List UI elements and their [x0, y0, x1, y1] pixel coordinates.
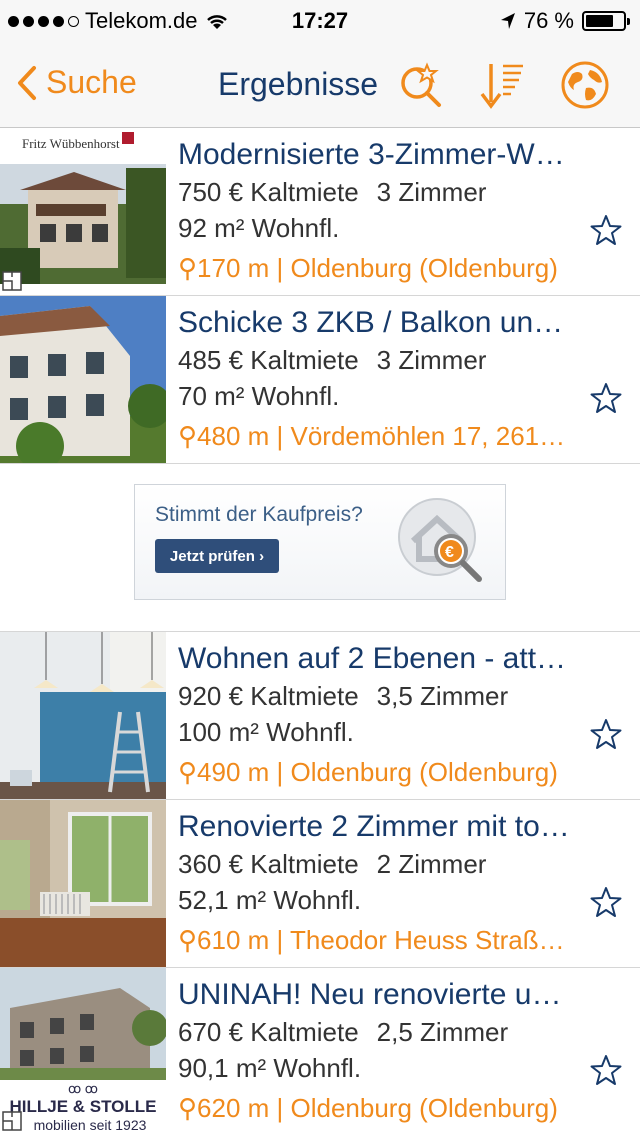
- listing-rent: 670 € Kaltmiete: [178, 1017, 359, 1047]
- listing-photo: [0, 800, 166, 967]
- listing-rooms: 3 Zimmer: [376, 345, 487, 375]
- listing-rooms: 3,5 Zimmer: [376, 681, 509, 711]
- svg-text:€: €: [445, 544, 454, 561]
- location-pin-icon: ⚲: [178, 925, 198, 955]
- agency-logo: ꝏ ꝏ HILLJE & STOLLE mobilien seit 1923: [0, 1080, 166, 1134]
- favorite-star-icon[interactable]: [590, 382, 622, 414]
- back-label: Suche: [46, 64, 137, 100]
- page-title: Ergebnisse: [218, 66, 379, 102]
- battery-percent: 76 %: [523, 8, 574, 33]
- listing-title: Renovierte 2 Zimmer mit to…: [178, 810, 570, 843]
- listing-photo: [0, 632, 166, 799]
- floorplan-icon: [2, 271, 22, 291]
- listing-location: 170 m | Oldenburg (Oldenburg): [197, 253, 558, 283]
- listing-rent: 920 € Kaltmiete: [178, 681, 359, 711]
- price-check-icon: €: [398, 498, 482, 582]
- list-item[interactable]: Schicke 3 ZKB / Balkon un… 485 € Kaltmie…: [0, 296, 640, 464]
- listing-rent: 360 € Kaltmiete: [178, 849, 359, 879]
- location-pin-icon: ⚲: [178, 757, 198, 787]
- listing-location: 610 m | Theodor Heuss Straß…: [197, 925, 565, 955]
- agency-logo-name: HILLJE & STOLLE: [9, 1097, 157, 1116]
- listing-photo: Fritz Wübbenhorst: [0, 128, 166, 295]
- ad-headline: Stimmt der Kaufpreis?: [155, 503, 363, 526]
- list-item[interactable]: Fritz Wübbenhorst Modernisierte 3-Zimmer…: [0, 128, 640, 296]
- listing-title: Wohnen auf 2 Ebenen - att…: [178, 642, 567, 675]
- location-pin-icon: ⚲: [178, 253, 198, 283]
- location-arrow-icon: [500, 13, 515, 29]
- map-globe-icon[interactable]: [560, 60, 610, 110]
- listing-area: 92 m² Wohnfl.: [178, 213, 340, 243]
- ad-box[interactable]: Stimmt der Kaufpreis? Jetzt prüfen › €: [134, 484, 506, 600]
- list-item[interactable]: ꝏ ꝏ HILLJE & STOLLE mobilien seit 1923 U…: [0, 968, 640, 1136]
- agency-logo-glyph: ꝏ ꝏ: [67, 1081, 99, 1096]
- chevron-left-icon: [18, 65, 36, 100]
- ad-banner: Stimmt der Kaufpreis? Jetzt prüfen › €: [0, 464, 640, 632]
- location-pin-icon: ⚲: [178, 1093, 198, 1123]
- favorite-star-icon[interactable]: [590, 214, 622, 246]
- listing-rooms: 3 Zimmer: [376, 177, 487, 207]
- agency-logo: Fritz Wübbenhorst: [22, 136, 120, 151]
- listing-area: 100 m² Wohnfl.: [178, 717, 354, 747]
- favorite-star-icon[interactable]: [590, 718, 622, 750]
- favorite-star-icon[interactable]: [590, 1054, 622, 1086]
- listing-photo: ꝏ ꝏ HILLJE & STOLLE mobilien seit 1923: [0, 968, 166, 1135]
- listing-rent: 750 € Kaltmiete: [178, 177, 359, 207]
- navigation-bar: Suche Ergebnisse: [0, 40, 640, 128]
- agency-logo-sub: mobilien seit 1923: [33, 1117, 147, 1133]
- listing-area: 52,1 m² Wohnfl.: [178, 885, 362, 915]
- location-pin-icon: ⚲: [178, 421, 198, 451]
- sort-icon[interactable]: [478, 60, 528, 110]
- listing-title: UNINAH! Neu renovierte u…: [178, 978, 562, 1011]
- listing-rooms: 2,5 Zimmer: [376, 1017, 509, 1047]
- listing-location: 620 m | Oldenburg (Oldenburg): [197, 1093, 558, 1123]
- battery-icon: [582, 11, 630, 31]
- listing-rooms: 2 Zimmer: [376, 849, 487, 879]
- listing-area: 70 m² Wohnfl.: [178, 381, 340, 411]
- list-item[interactable]: Renovierte 2 Zimmer mit to… 360 € Kaltmi…: [0, 800, 640, 968]
- floorplan-icon: [2, 1111, 22, 1131]
- results-list: Fritz Wübbenhorst Modernisierte 3-Zimmer…: [0, 128, 640, 1136]
- favorite-star-icon[interactable]: [590, 886, 622, 918]
- listing-location: 490 m | Oldenburg (Oldenburg): [197, 757, 558, 787]
- listing-title: Modernisierte 3-Zimmer-W…: [178, 138, 565, 171]
- saved-search-icon[interactable]: [396, 60, 446, 110]
- back-button[interactable]: Suche: [16, 64, 137, 101]
- listing-area: 90,1 m² Wohnfl.: [178, 1053, 362, 1083]
- listing-photo: [0, 296, 166, 463]
- list-item[interactable]: Wohnen auf 2 Ebenen - att… 920 € Kaltmie…: [0, 632, 640, 800]
- status-bar: Telekom.de 17:27 76 %: [0, 0, 640, 40]
- ad-button[interactable]: Jetzt prüfen ›: [155, 539, 279, 573]
- listing-location: 480 m | Vördemöhlen 17, 261…: [197, 421, 566, 451]
- listing-rent: 485 € Kaltmiete: [178, 345, 359, 375]
- listing-title: Schicke 3 ZKB / Balkon un…: [178, 306, 564, 339]
